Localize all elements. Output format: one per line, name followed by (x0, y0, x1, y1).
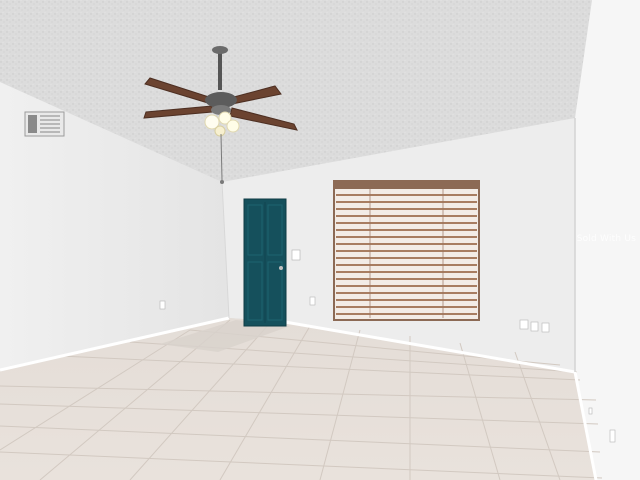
wall-outlet-right-2 (530, 321, 539, 332)
wall-outlet-right-wall-2 (588, 407, 593, 415)
front-door (243, 198, 287, 327)
wall-outlet-right-1 (519, 319, 529, 330)
room-photo: Sold With Us (0, 0, 640, 480)
wall-outlet-back (309, 296, 316, 306)
wall-outlet-left (159, 300, 166, 310)
window-blinds (333, 180, 480, 321)
wall-outlet-right-3 (541, 322, 550, 333)
wall-outlet-right-wall (609, 429, 616, 443)
air-vent (24, 111, 65, 137)
light-switch (291, 249, 301, 261)
door-knob (279, 266, 283, 270)
room-illustration (0, 0, 640, 480)
watermark-text: Sold With Us (576, 234, 636, 244)
